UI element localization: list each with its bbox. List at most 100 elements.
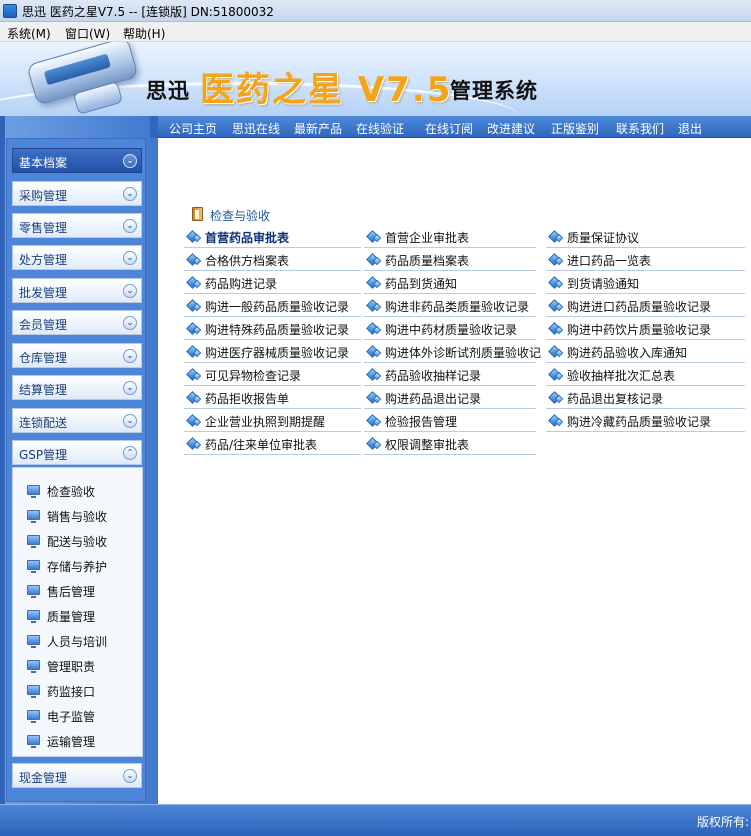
form-link[interactable]: 验收抽样批次汇总表	[546, 364, 745, 386]
menu-help[interactable]: 帮助(H)	[123, 25, 165, 42]
monitor-icon	[27, 510, 40, 523]
gsp-item-label: 质量管理	[47, 610, 96, 624]
diamond-icon	[186, 345, 202, 359]
form-link[interactable]: 首营药品审批表	[184, 226, 361, 248]
row-divider	[546, 385, 745, 386]
sidebar-category-basic-files[interactable]: 基本档案 ⌄	[12, 148, 142, 173]
sidebar-category-chain-distribution[interactable]: 连锁配送 ⌄	[12, 408, 142, 433]
form-link[interactable]: 药品拒收报告单	[184, 387, 361, 409]
form-link[interactable]: 药品验收抽样记录	[364, 364, 536, 386]
gsp-item-label: 管理职责	[47, 660, 96, 674]
row-divider	[546, 247, 745, 248]
form-link[interactable]: 进口药品一览表	[546, 249, 745, 271]
diamond-icon	[366, 230, 382, 244]
nav-online-subscription[interactable]: 在线订阅	[425, 120, 473, 137]
gsp-item-label: 存储与养护	[47, 560, 108, 574]
form-link[interactable]: 药品质量档案表	[364, 249, 536, 271]
sidebar-category-prescription[interactable]: 处方管理 ⌄	[12, 245, 142, 270]
status-bar: 版权所有:	[0, 804, 751, 836]
form-link[interactable]: 购进药品验收入库通知	[546, 341, 745, 363]
form-link-label: 药品/往来单位审批表	[205, 438, 318, 452]
row-divider	[184, 408, 361, 409]
window-title-bar: 思迅 医药之星V7.5 -- [连锁版] DN:51800032	[0, 0, 751, 22]
sidebar-category-label: 现金管理	[19, 771, 68, 785]
form-link[interactable]: 质量保证协议	[546, 226, 745, 248]
diamond-icon	[548, 276, 564, 290]
gsp-item-label: 检查验收	[47, 485, 96, 499]
sidebar-category-label: 基本档案	[19, 156, 68, 170]
form-link[interactable]: 到货请验通知	[546, 272, 745, 294]
form-link[interactable]: 首营企业审批表	[364, 226, 536, 248]
monitor-icon	[27, 560, 40, 573]
row-divider	[546, 270, 745, 271]
topnav-edge	[150, 116, 158, 138]
form-link-label: 药品质量档案表	[385, 254, 470, 268]
form-link[interactable]: 购进进口药品质量验收记录	[546, 295, 745, 317]
form-link-label: 药品退出复核记录	[567, 392, 664, 406]
sidebar-category-member[interactable]: 会员管理 ⌄	[12, 310, 142, 335]
gsp-item-label: 运输管理	[47, 735, 96, 749]
sidebar-category-gsp[interactable]: GSP管理 ⌃	[12, 440, 142, 465]
row-divider	[364, 408, 536, 409]
nav-sixun-online[interactable]: 思迅在线	[232, 120, 280, 137]
form-link-label: 进口药品一览表	[567, 254, 652, 268]
form-link[interactable]: 合格供方档案表	[184, 249, 361, 271]
row-divider	[184, 362, 361, 363]
form-link[interactable]: 权限调整审批表	[364, 433, 536, 455]
form-link-label: 药品到货通知	[385, 277, 458, 291]
nav-suggestions[interactable]: 改进建议	[487, 120, 535, 137]
sidebar-category-cash[interactable]: 现金管理 ⌄	[12, 763, 142, 788]
form-link[interactable]: 购进特殊药品质量验收记录	[184, 318, 361, 340]
diamond-icon	[186, 368, 202, 382]
form-link[interactable]: 药品购进记录	[184, 272, 361, 294]
sidebar-category-settlement[interactable]: 结算管理 ⌄	[12, 375, 142, 400]
form-link[interactable]: 购进冷藏药品质量验收记录	[546, 410, 745, 432]
diamond-icon	[366, 437, 382, 451]
form-link[interactable]: 购进药品退出记录	[364, 387, 536, 409]
nav-exit[interactable]: 退出	[678, 120, 702, 137]
nav-contact-us[interactable]: 联系我们	[616, 120, 664, 137]
gsp-item-label: 售后管理	[47, 585, 96, 599]
form-link[interactable]: 购进中药饮片质量验收记录	[546, 318, 745, 340]
sidebar-category-retail[interactable]: 零售管理 ⌄	[12, 213, 142, 238]
form-link[interactable]: 药品退出复核记录	[546, 387, 745, 409]
form-link[interactable]: 购进非药品类质量验收记录	[364, 295, 536, 317]
form-link[interactable]: 药品到货通知	[364, 272, 536, 294]
form-link[interactable]: 药品/往来单位审批表	[184, 433, 361, 455]
chevron-down-icon: ⌄	[123, 414, 137, 428]
diamond-icon	[366, 368, 382, 382]
nav-genuine-check[interactable]: 正版鉴别	[551, 120, 599, 137]
nav-online-verification[interactable]: 在线验证	[356, 120, 404, 137]
sidebar-category-warehouse[interactable]: 仓库管理 ⌄	[12, 343, 142, 368]
sidebar-category-purchase[interactable]: 采购管理 ⌄	[12, 181, 142, 206]
form-link[interactable]: 可见异物检查记录	[184, 364, 361, 386]
form-link-label: 检验报告管理	[385, 415, 458, 429]
brand-name: 医药之星 V7.5	[200, 70, 453, 110]
row-divider	[184, 431, 361, 432]
nav-latest-products[interactable]: 最新产品	[294, 120, 342, 137]
menu-window[interactable]: 窗口(W)	[65, 25, 110, 42]
chevron-down-icon: ⌄	[123, 251, 137, 265]
row-divider	[546, 408, 745, 409]
diamond-icon	[186, 230, 202, 244]
form-link[interactable]: 购进中药材质量验收记录	[364, 318, 536, 340]
form-link-label: 到货请验通知	[567, 277, 640, 291]
row-divider	[184, 339, 361, 340]
diamond-icon	[366, 345, 382, 359]
nav-company-home[interactable]: 公司主页	[169, 120, 217, 137]
menu-system[interactable]: 系统(M)	[7, 25, 51, 42]
form-link[interactable]: 检验报告管理	[364, 410, 536, 432]
sidebar-category-wholesale[interactable]: 批发管理 ⌄	[12, 278, 142, 303]
monitor-icon	[27, 485, 40, 498]
row-divider	[364, 454, 536, 455]
diamond-icon	[548, 345, 564, 359]
form-link[interactable]: 企业营业执照到期提醒	[184, 410, 361, 432]
form-link[interactable]: 购进医疗器械质量验收记录	[184, 341, 361, 363]
form-link[interactable]: 购进体外诊断试剂质量验收记	[364, 341, 541, 363]
diamond-icon	[548, 230, 564, 244]
row-divider	[546, 293, 745, 294]
form-link[interactable]: 购进一般药品质量验收记录	[184, 295, 361, 317]
row-divider	[364, 247, 536, 248]
form-link-label: 购进非药品类质量验收记录	[385, 300, 530, 314]
diamond-icon	[366, 322, 382, 336]
